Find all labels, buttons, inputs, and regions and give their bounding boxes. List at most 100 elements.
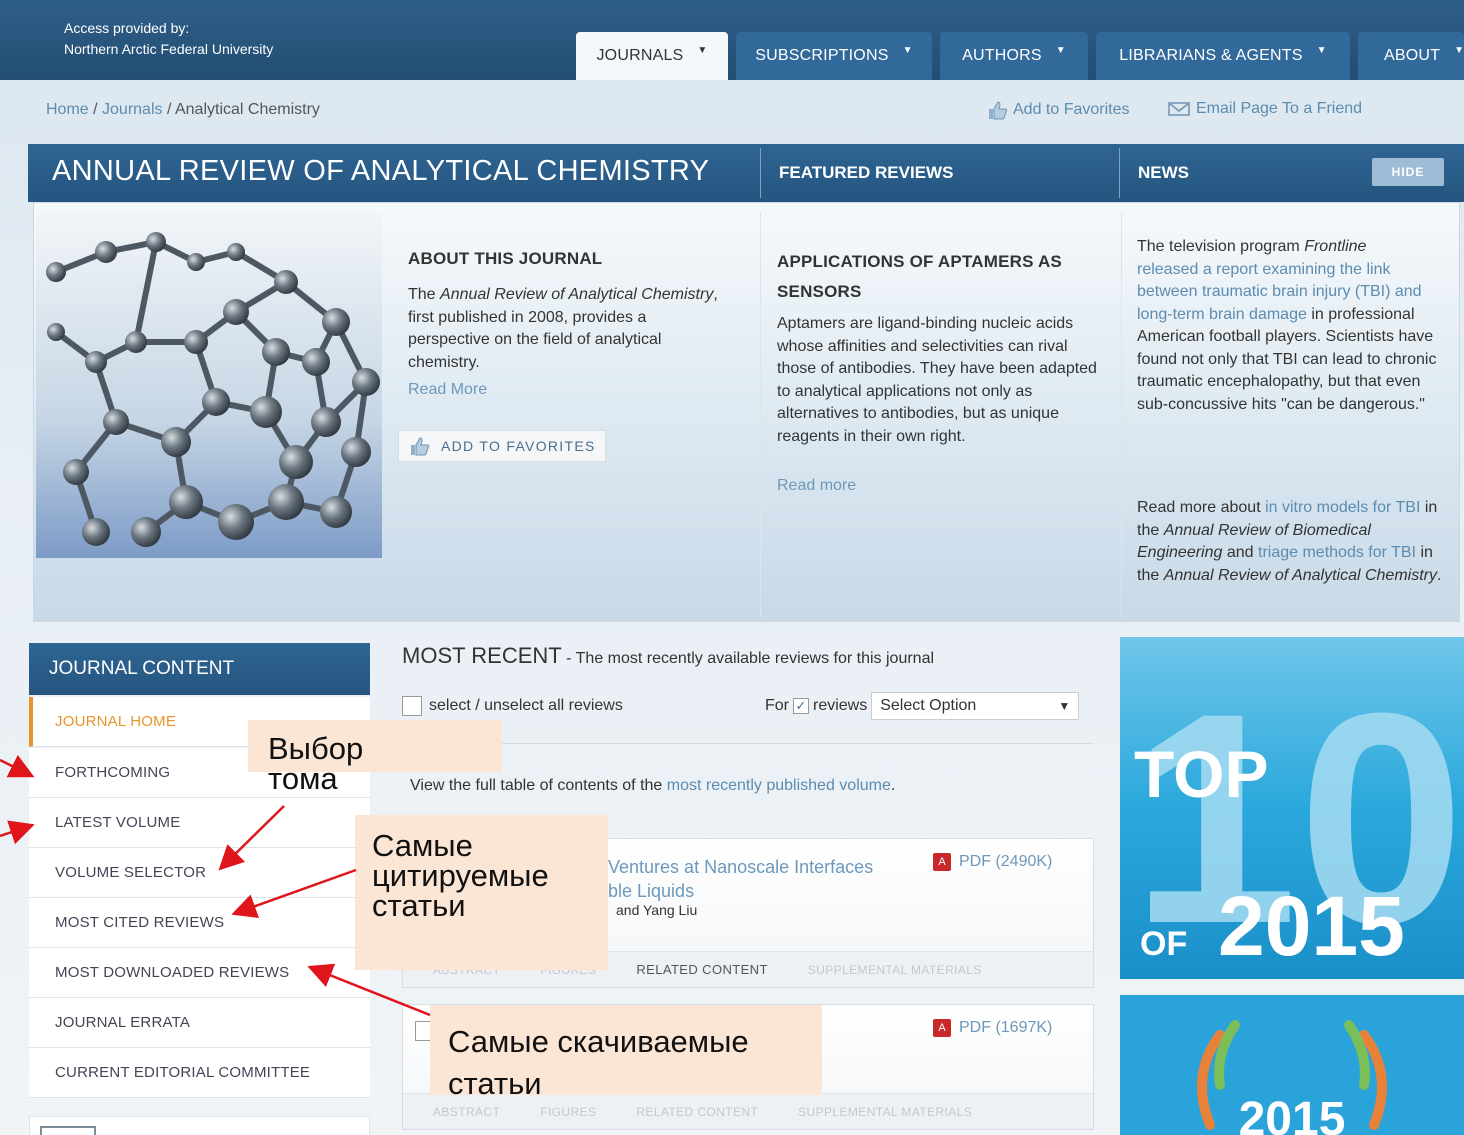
envelope-icon bbox=[1168, 102, 1190, 116]
annotation-volume-label: Выбор тома bbox=[248, 720, 502, 794]
header-divider bbox=[1119, 148, 1120, 198]
breadcrumb-sep: / bbox=[162, 101, 175, 118]
caret-down-icon: ▼ bbox=[1055, 44, 1066, 56]
review-title[interactable]: Ventures at Nanoscale Interfaces ble Liqu… bbox=[608, 855, 873, 903]
breadcrumb-journals[interactable]: Journals bbox=[102, 101, 162, 118]
sidebar-item-journal-errata[interactable]: JOURNAL ERRATA bbox=[29, 998, 370, 1048]
add-to-favorites-label: Add to Favorites bbox=[1013, 101, 1130, 118]
nav-tab-label: ABOUT bbox=[1384, 47, 1441, 64]
news-heading: NEWS bbox=[1138, 163, 1189, 182]
news-text: . bbox=[1436, 566, 1442, 584]
news-paragraph-1: The television program Frontline released… bbox=[1137, 236, 1453, 416]
about-text-pre: The bbox=[408, 286, 441, 303]
full-toc-text: View the full table of contents of the bbox=[410, 777, 667, 794]
breadcrumb-home[interactable]: Home bbox=[46, 101, 89, 118]
featured-read-more-link[interactable]: Read more bbox=[777, 477, 856, 495]
caret-down-icon: ▼ bbox=[902, 44, 913, 56]
email-page-label: Email Page To a Friend bbox=[1196, 100, 1363, 117]
about-text-journal: Annual Review of Analytical Chemistry bbox=[440, 286, 714, 303]
news-text: Read more about bbox=[1137, 499, 1266, 516]
pdf-label: PDF (2490K) bbox=[959, 853, 1053, 870]
nav-tab-journals[interactable]: JOURNALS ▼ bbox=[576, 32, 728, 80]
widget-icon bbox=[40, 1126, 96, 1135]
pdf-download-link[interactable]: A PDF (1697K) bbox=[933, 1019, 1052, 1037]
review-authors: and Yang Liu bbox=[616, 902, 698, 918]
access-label: Access provided by: bbox=[64, 20, 190, 36]
nav-tab-librarians[interactable]: LIBRARIANS & AGENTS ▼ bbox=[1096, 32, 1350, 80]
access-provider: Access provided by: Northern Arctic Fede… bbox=[64, 18, 273, 60]
most-recent-heading: MOST RECENT - The most recently availabl… bbox=[402, 643, 934, 669]
breadcrumb-current: Analytical Chemistry bbox=[174, 101, 320, 118]
journal-title: ANNUAL REVIEW OF ANALYTICAL CHEMISTRY bbox=[52, 155, 710, 187]
access-institution: Northern Arctic Federal University bbox=[64, 41, 274, 57]
most-recent-title: MOST RECENT bbox=[402, 643, 562, 668]
bulk-action-select[interactable]: Select Option ▼ bbox=[871, 692, 1080, 720]
most-recent-volume-link[interactable]: most recently published volume bbox=[667, 777, 891, 794]
select-value: Select Option bbox=[880, 697, 977, 714]
nav-tab-about[interactable]: ABOUT ▼ bbox=[1358, 32, 1464, 80]
award-year: 2015 bbox=[1239, 1093, 1346, 1135]
tab-supplemental[interactable]: SUPPLEMENTAL MATERIALS bbox=[808, 963, 982, 977]
sidebar-item-most-downloaded[interactable]: MOST DOWNLOADED REVIEWS bbox=[29, 948, 370, 998]
review-title-line: Ventures at Nanoscale Interfaces bbox=[608, 857, 874, 877]
sidebar-item-latest-volume[interactable]: LATEST VOLUME bbox=[29, 798, 370, 848]
thumbs-up-icon bbox=[411, 437, 430, 456]
tab-supplemental[interactable]: SUPPLEMENTAL MATERIALS bbox=[798, 1105, 972, 1119]
news-text: The television program bbox=[1137, 238, 1305, 255]
for-label: For bbox=[765, 697, 789, 714]
annotation-text: Самые цитируемые статьи bbox=[372, 828, 549, 923]
hide-button[interactable]: HIDE bbox=[1372, 158, 1444, 186]
pdf-icon: A bbox=[933, 1019, 951, 1037]
most-recent-subtitle: - The most recently available reviews fo… bbox=[561, 650, 935, 667]
column-divider bbox=[760, 212, 761, 618]
about-read-more-link[interactable]: Read More bbox=[408, 381, 487, 399]
news-paragraph-2: Read more about in vitro models for TBI … bbox=[1137, 497, 1453, 587]
pdf-label: PDF (1697K) bbox=[959, 1019, 1053, 1036]
nav-tab-label: SUBSCRIPTIONS bbox=[755, 47, 889, 64]
dropdown-arrow-icon: ▼ bbox=[1058, 699, 1071, 713]
thumbs-up-icon bbox=[989, 101, 1008, 120]
award-2015-banner[interactable]: 2015 bbox=[1120, 995, 1464, 1135]
sidebar-item-most-cited[interactable]: MOST CITED REVIEWS bbox=[29, 898, 370, 948]
reviews-checkbox[interactable]: ✓ bbox=[793, 698, 809, 714]
about-journal-heading: ABOUT THIS JOURNAL bbox=[408, 249, 603, 268]
bulk-action-row: For ✓ reviews Select Option ▼ bbox=[765, 692, 1080, 720]
sidebar-item-volume-selector[interactable]: VOLUME SELECTOR bbox=[29, 848, 370, 898]
add-to-favorites-button[interactable]: ADD TO FAVORITES bbox=[398, 430, 606, 462]
full-toc-line: View the full table of contents of the m… bbox=[410, 777, 895, 795]
pdf-download-link[interactable]: A PDF (2490K) bbox=[933, 853, 1052, 871]
add-to-favorites-link[interactable]: Add to Favorites bbox=[987, 100, 1130, 120]
featured-review-title[interactable]: APPLICATIONS OF APTAMERS AS SENSORS bbox=[777, 247, 1087, 307]
select-all-row: select / unselect all reviews bbox=[402, 696, 623, 716]
top-10-of-2015-banner[interactable]: 10 TOP OF 2015 bbox=[1120, 637, 1464, 979]
news-link-in-vitro-models[interactable]: in vitro models for TBI bbox=[1265, 499, 1420, 516]
pdf-icon: A bbox=[933, 853, 951, 871]
featured-reviews-heading: FEATURED REVIEWS bbox=[779, 163, 954, 182]
breadcrumb-sep: / bbox=[88, 101, 103, 118]
fullerene-molecule-image bbox=[36, 212, 382, 558]
news-text: and bbox=[1222, 544, 1258, 561]
tab-related-content[interactable]: RELATED CONTENT bbox=[636, 1105, 758, 1119]
top10-top: TOP bbox=[1134, 737, 1268, 811]
annotation-downloaded-label: Самые скачиваемые статьи bbox=[430, 1005, 822, 1101]
annotation-cited-label: Самые цитируемые статьи bbox=[355, 815, 608, 970]
nav-tab-subscriptions[interactable]: SUBSCRIPTIONS ▼ bbox=[736, 32, 932, 80]
reviews-label: reviews bbox=[813, 697, 868, 714]
news-text: Frontline bbox=[1304, 238, 1367, 255]
tab-abstract[interactable]: ABSTRACT bbox=[433, 1105, 500, 1119]
column-divider bbox=[1121, 212, 1122, 618]
sidebar-item-editorial-committee[interactable]: CURRENT EDITORIAL COMMITTEE bbox=[29, 1048, 370, 1098]
news-link-triage-methods[interactable]: triage methods for TBI bbox=[1258, 544, 1416, 561]
news-text: Annual Review of Analytical Chemistry bbox=[1163, 566, 1437, 584]
caret-down-icon: ▼ bbox=[1454, 44, 1464, 56]
divider bbox=[402, 743, 1094, 744]
tab-figures[interactable]: FIGURES bbox=[540, 1105, 596, 1119]
select-all-label: select / unselect all reviews bbox=[429, 697, 623, 714]
top10-year: 2015 bbox=[1218, 879, 1405, 973]
nav-tab-authors[interactable]: AUTHORS ▼ bbox=[940, 32, 1088, 80]
email-page-link[interactable]: Email Page To a Friend bbox=[1168, 100, 1362, 118]
tab-related-content[interactable]: RELATED CONTENT bbox=[636, 962, 767, 977]
select-all-checkbox[interactable] bbox=[402, 696, 422, 716]
about-journal-text: The Annual Review of Analytical Chemistr… bbox=[408, 284, 728, 374]
review-title-line: ble Liquids bbox=[608, 881, 695, 901]
